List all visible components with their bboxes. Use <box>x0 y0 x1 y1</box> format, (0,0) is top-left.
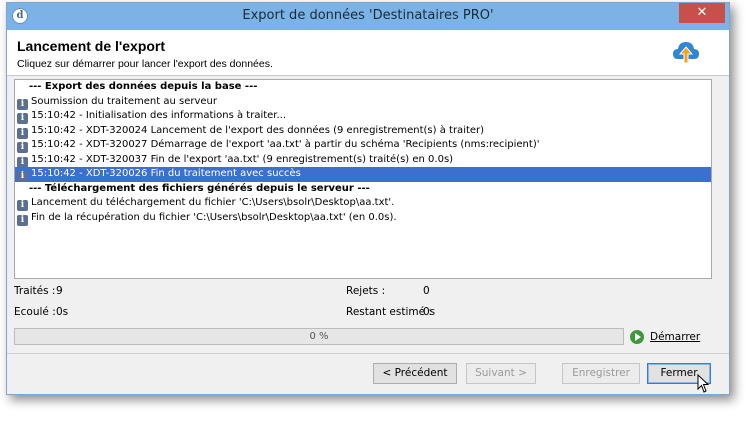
divider <box>7 353 729 354</box>
log-text: 15:10:42 - XDT-320024 Lancement de l'exp… <box>31 124 485 136</box>
log-text: Lancement du téléchargement du fichier '… <box>31 197 395 208</box>
remaining-label: Restant estimé : <box>346 306 432 318</box>
window-title: Export de données 'Destinataires PRO' <box>242 8 494 23</box>
info-icon: i <box>17 171 28 182</box>
log-entry[interactable]: i 15:10:42 - XDT-320027 Démarrage de l'ex… <box>15 138 711 153</box>
info-icon: i <box>17 127 28 139</box>
log-entry[interactable]: i 15:10:42 - Initialisation des informati… <box>15 109 711 124</box>
page-title: Lancement de l'export <box>17 38 166 54</box>
export-dialog: d Export de données 'Destinataires PRO' … <box>6 2 730 395</box>
log-text: 15:10:42 - XDT-320037 Fin de l'export 'a… <box>31 153 454 165</box>
info-icon: i <box>17 113 28 124</box>
info-icon: i <box>17 98 28 110</box>
log-entry[interactable]: i 15:10:42 - XDT-320026 Fin du traitement… <box>15 167 711 182</box>
play-icon <box>630 330 644 344</box>
progress-label: 0 % <box>309 331 329 342</box>
processed-value: 9 <box>56 285 63 297</box>
log-entry[interactable]: i Fin de la récupération du fichier 'C:\U… <box>15 211 711 226</box>
log-text: --- Téléchargement des fichiers générés … <box>29 182 370 194</box>
log-entry[interactable]: i 15:10:42 - XDT-320024 Lancement de l'ex… <box>15 124 711 139</box>
remaining-value: 0s <box>423 306 436 318</box>
close-window-button[interactable]: ✕ <box>679 3 725 23</box>
log-text: --- Export des données depuis la base --… <box>29 81 258 92</box>
progress-bar: 0 % <box>14 328 624 345</box>
start-button-label: Démarrer <box>650 331 701 343</box>
save-button[interactable]: Enregistrer <box>562 363 640 384</box>
log-section-header[interactable]: --- Téléchargement des fichiers générés … <box>15 182 711 197</box>
log-text: Soumission du traitement au serveur <box>31 95 218 107</box>
info-icon: i <box>17 156 28 168</box>
mouse-pointer-icon <box>697 374 710 393</box>
cloud-upload-icon <box>673 42 699 64</box>
log-entry[interactable]: i Lancement du téléchargement du fichier … <box>15 196 711 211</box>
info-icon: i <box>17 200 28 211</box>
log-text: 15:10:42 - Initialisation des informatio… <box>31 110 287 121</box>
processed-label: Traités : <box>14 285 56 297</box>
log-section-header[interactable]: --- Export des données depuis la base --… <box>15 80 711 95</box>
log-text: 15:10:42 - XDT-320026 Fin du traitement … <box>31 168 301 179</box>
log-text: Fin de la récupération du fichier 'C:\Us… <box>31 211 397 223</box>
elapsed-label: Ecoulé : <box>14 306 56 318</box>
log-entry[interactable]: i Soumission du traitement au serveur <box>15 95 711 110</box>
previous-button[interactable]: < Précédent <box>373 363 457 384</box>
wizard-header: Lancement de l'export Cliquez sur démarr… <box>7 30 729 76</box>
log-text: 15:10:42 - XDT-320027 Démarrage de l'exp… <box>31 139 540 150</box>
page-subtitle: Cliquez sur démarrer pour lancer l'expor… <box>17 58 273 70</box>
title-bar[interactable]: d Export de données 'Destinataires PRO' … <box>7 3 729 30</box>
export-log-list[interactable]: --- Export des données depuis la base --… <box>14 79 712 279</box>
rejects-label: Rejets : <box>346 285 386 297</box>
log-entry[interactable]: i 15:10:42 - XDT-320037 Fin de l'export '… <box>15 153 711 168</box>
info-icon: i <box>17 214 28 226</box>
elapsed-value: 0s <box>56 306 69 318</box>
next-button[interactable]: Suivant > <box>466 363 536 384</box>
info-icon: i <box>17 142 28 153</box>
rejects-value: 0 <box>423 285 430 297</box>
